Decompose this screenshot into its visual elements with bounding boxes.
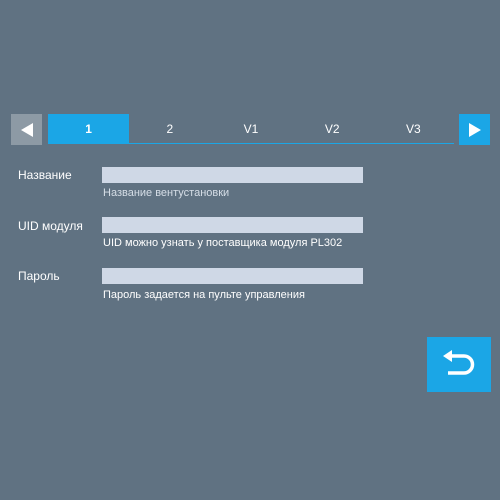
name-label: Название <box>18 168 72 182</box>
triangle-left-icon <box>20 122 33 137</box>
tab-1[interactable]: 1 <box>48 114 130 143</box>
tab-bar: 1 2 V1 V2 V3 <box>48 114 454 144</box>
password-label: Пароль <box>18 269 60 283</box>
triangle-right-icon <box>468 122 481 137</box>
tab-v1[interactable]: V1 <box>210 114 291 143</box>
tab-2[interactable]: 2 <box>129 114 210 143</box>
name-hint: Название вентустановки <box>103 187 230 199</box>
tab-v3[interactable]: V3 <box>373 114 454 143</box>
tab-v2[interactable]: V2 <box>292 114 373 143</box>
next-button[interactable] <box>459 114 490 145</box>
password-hint: Пароль задается на пульте управления <box>103 289 305 301</box>
uid-input[interactable] <box>102 217 363 233</box>
back-button[interactable] <box>427 337 491 392</box>
uid-hint: UID можно узнать у поставщика модуля PL3… <box>103 237 343 249</box>
password-input[interactable] <box>102 268 363 284</box>
undo-arrow-icon <box>443 349 475 375</box>
prev-button[interactable] <box>11 114 42 145</box>
name-input[interactable] <box>102 167 363 183</box>
uid-label: UID модуля <box>18 219 83 233</box>
